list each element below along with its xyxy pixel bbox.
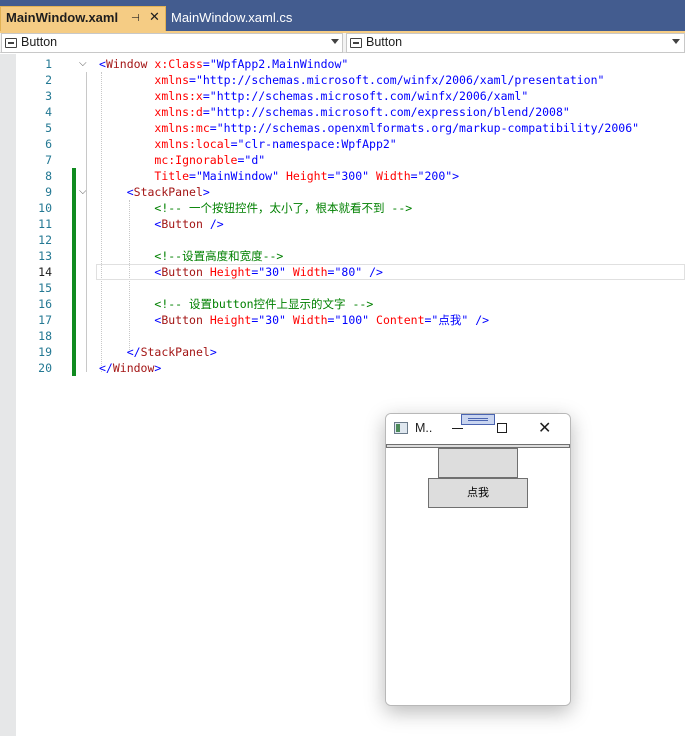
code-line-5: xmlns:mc="http://schemas.openxmlformats.…	[154, 121, 640, 135]
tab-mainwindow-xaml-cs[interactable]: MainWindow.xaml.cs	[166, 6, 338, 31]
line-number: 20	[38, 361, 52, 375]
code-line-8: Title="MainWindow" Height="300" Width="2…	[154, 169, 460, 183]
window-title: M..	[415, 421, 433, 435]
line-number: 10	[38, 201, 52, 215]
line-number: 18	[38, 329, 52, 343]
chevron-down-icon	[331, 39, 339, 44]
tab-mainwindow-xaml[interactable]: MainWindow.xaml ⊣ ✕	[0, 6, 166, 31]
window-content: 点我	[386, 444, 570, 705]
chevron-down-icon	[672, 39, 680, 44]
element-icon	[5, 38, 17, 48]
code-line-7: mc:Ignorable="d"	[154, 153, 266, 167]
line-number: 2	[45, 73, 52, 87]
drag-grip-icon[interactable]	[461, 414, 495, 425]
tab-label: MainWindow.xaml.cs	[171, 10, 293, 25]
line-number: 11	[38, 217, 52, 231]
code-line-13: <!--设置高度和宽度-->	[154, 249, 284, 263]
line-number: 9	[45, 185, 52, 199]
code-line-1: <Window x:Class="WpfApp2.MainWindow"	[99, 57, 349, 71]
sized-button[interactable]	[438, 448, 518, 478]
line-number: 19	[38, 345, 52, 359]
code-line-11: <Button />	[154, 217, 224, 231]
click-me-button[interactable]: 点我	[428, 478, 528, 508]
line-number: 12	[38, 233, 52, 247]
maximize-icon[interactable]	[497, 423, 507, 433]
minimize-icon[interactable]	[452, 428, 463, 429]
code-line-10: <!-- 一个按钮控件，太小了，根本就看不到 -->	[154, 201, 413, 215]
line-number: 3	[45, 89, 52, 103]
code-line-17: <Button Height="30" Width="100" Content=…	[154, 313, 490, 327]
member-dropdown[interactable]: Button	[346, 33, 685, 53]
line-number: 1	[45, 57, 52, 71]
type-dropdown-value: Button	[21, 35, 58, 49]
pin-icon[interactable]: ⊣	[131, 12, 140, 26]
line-number: 7	[45, 153, 52, 167]
line-number: 4	[45, 105, 52, 119]
tab-label: MainWindow.xaml	[6, 10, 119, 25]
line-number: 5	[45, 121, 52, 135]
code-line-4: xmlns:d="http://schemas.microsoft.com/ex…	[154, 105, 570, 119]
code-line-2: xmlns="http://schemas.microsoft.com/winf…	[154, 73, 605, 87]
code-line-6: xmlns:local="clr-namespace:WpfApp2"	[154, 137, 397, 151]
type-dropdown[interactable]: Button	[1, 33, 343, 53]
code-line-9: <StackPanel>	[126, 185, 210, 199]
app-window-icon	[394, 422, 408, 434]
change-indicator-bar	[72, 168, 76, 376]
code-line-3: xmlns:x="http://schemas.microsoft.com/wi…	[154, 89, 529, 103]
editor-left-margin	[0, 54, 16, 736]
line-number: 17	[38, 313, 52, 327]
document-tab-strip: MainWindow.xaml ⊣ ✕ MainWindow.xaml.cs	[0, 0, 685, 31]
wpf-preview-window[interactable]: M.. ✕ 点我	[385, 413, 571, 706]
fold-region-line	[86, 72, 87, 372]
line-number: 13	[38, 249, 52, 263]
element-icon	[350, 38, 362, 48]
window-title-bar[interactable]: M.. ✕	[386, 414, 570, 444]
close-icon[interactable]: ✕	[149, 9, 160, 27]
code-line-20: </Window>	[99, 361, 162, 375]
line-number-current: 14	[38, 265, 52, 279]
close-icon[interactable]: ✕	[538, 418, 551, 438]
code-line-16: <!-- 设置button控件上显示的文字 -->	[154, 297, 374, 311]
line-number: 8	[45, 169, 52, 183]
fold-chevron-icon[interactable]: ⌵	[79, 56, 87, 72]
code-line-14: <Button Height="30" Width="80" />	[154, 265, 383, 279]
line-number: 15	[38, 281, 52, 295]
line-number: 6	[45, 137, 52, 151]
code-editor[interactable]: 1 2 3 4 5 6 7 8 9 10 11 12 13 14 15 16 1…	[0, 54, 685, 736]
member-dropdown-value: Button	[366, 35, 403, 49]
line-number: 16	[38, 297, 52, 311]
code-line-19: </StackPanel>	[126, 345, 217, 359]
navigation-bar: Button Button	[0, 33, 685, 53]
